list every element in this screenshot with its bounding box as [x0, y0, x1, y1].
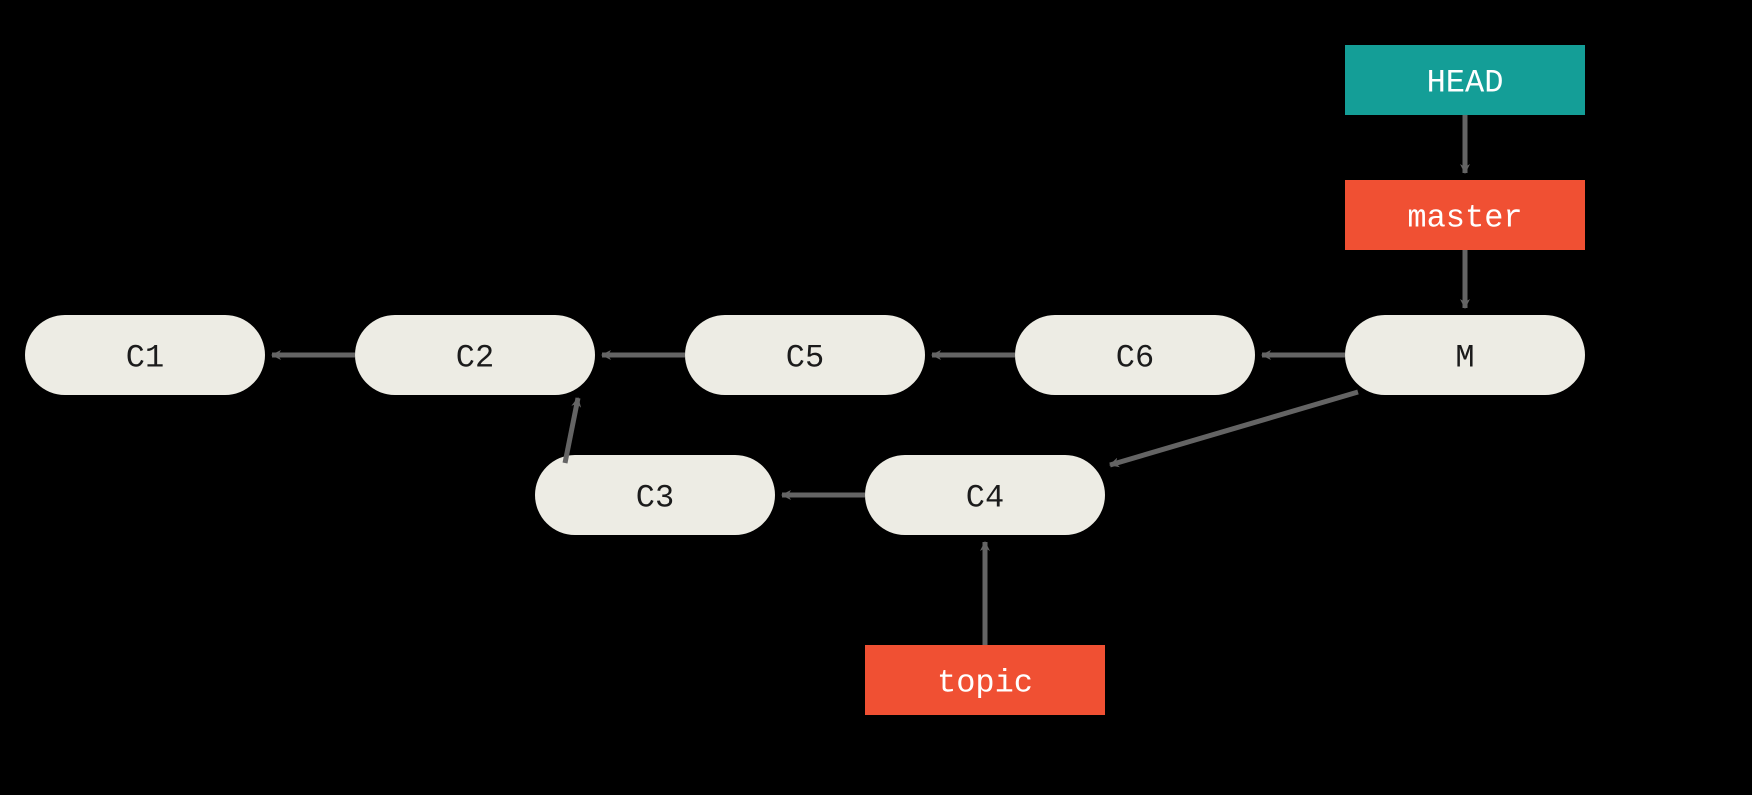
- commit-c2-label: C2: [456, 339, 494, 376]
- commit-c6: C6: [1015, 315, 1255, 395]
- commit-c2: C2: [355, 315, 595, 395]
- commit-c6-label: C6: [1116, 339, 1154, 376]
- commit-c3-label: C3: [636, 479, 674, 516]
- commit-c4-label: C4: [966, 479, 1004, 516]
- commit-c5-label: C5: [786, 339, 824, 376]
- ref-head-label: HEAD: [1427, 64, 1504, 101]
- commit-c4: C4: [865, 455, 1105, 535]
- commit-m-label: M: [1455, 339, 1474, 376]
- commit-c1-label: C1: [126, 339, 164, 376]
- ref-topic: topic: [865, 645, 1105, 715]
- commit-c1: C1: [25, 315, 265, 395]
- ref-master: master: [1345, 180, 1585, 250]
- ref-master-label: master: [1407, 199, 1522, 236]
- ref-head: HEAD: [1345, 45, 1585, 115]
- commit-c3: C3: [535, 455, 775, 535]
- commit-c5: C5: [685, 315, 925, 395]
- arrow-m-to-c4: [1110, 392, 1358, 465]
- arrow-c3-to-c2: [565, 398, 578, 463]
- ref-topic-label: topic: [937, 664, 1033, 701]
- git-diagram: C1 C2 C5 C6 M C3 C4 HEAD: [0, 0, 1752, 795]
- commit-m: M: [1345, 315, 1585, 395]
